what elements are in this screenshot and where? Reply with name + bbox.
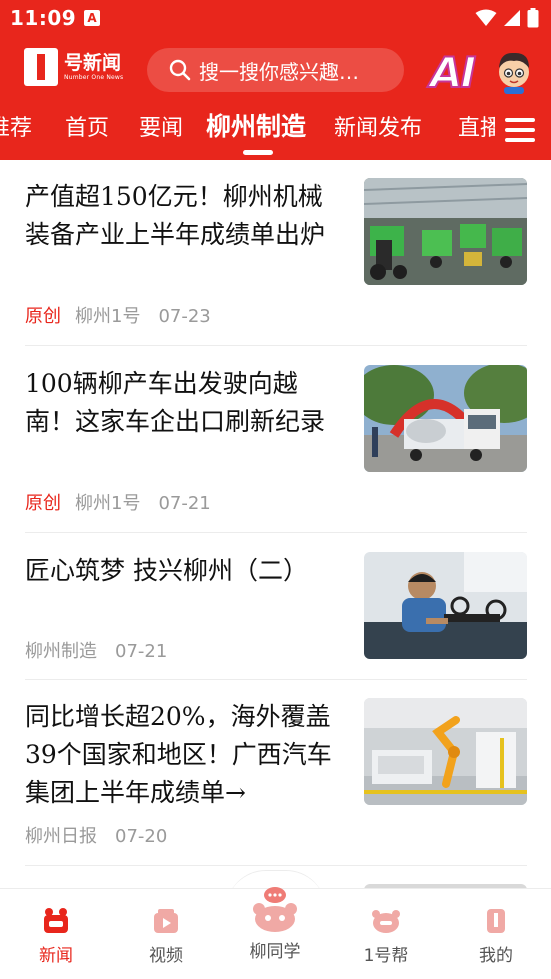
video-icon: [154, 909, 178, 933]
tab-press-release[interactable]: 新闻发布: [334, 114, 422, 144]
tab-liuzhou-manufacturing[interactable]: 柳州制造: [206, 112, 306, 142]
news-source: 柳州日报: [25, 826, 97, 847]
logo-mark-icon: [24, 48, 58, 86]
nav-news[interactable]: 新闻: [16, 907, 96, 966]
news-item[interactable]: 同比增长超20%，海外覆盖39个国家和地区！广西汽车集团上半年成绩单→ 柳州日报…: [25, 698, 527, 866]
news-date: 07-21: [158, 493, 211, 514]
news-source: 柳州1号: [75, 493, 141, 514]
news-title: 匠心筑梦 技兴柳州（二）: [25, 556, 308, 585]
signal-icon: [504, 10, 520, 26]
channel-menu-button[interactable]: [505, 118, 535, 148]
news-date: 07-20: [115, 826, 168, 847]
ai-assistant-button[interactable]: AI: [429, 46, 545, 98]
tab-home[interactable]: 首页: [65, 114, 109, 144]
news-thumbnail: [364, 552, 527, 659]
news-meta: 原创 柳州1号 07-23: [25, 302, 211, 328]
menu-icon: [505, 118, 535, 122]
news-icon: [44, 908, 68, 933]
original-tag: 原创: [25, 493, 61, 514]
news-item[interactable]: 匠心筑梦 技兴柳州（二） 柳州制造 07-21: [25, 552, 527, 680]
search-input[interactable]: 搜一搜你感兴趣…: [147, 48, 404, 92]
status-time: 11:09: [10, 6, 77, 30]
app-header: 11:09 A 号新闻 Number One News 搜一搜你感兴趣… AI …: [0, 0, 551, 160]
news-source: 柳州制造: [25, 641, 97, 662]
news-source: 柳州1号: [75, 306, 141, 327]
ai-label: AI: [429, 47, 477, 98]
tab-recommend[interactable]: 推荐: [0, 114, 32, 144]
news-title: 产值超150亿元！柳州机械装备产业上半年成绩单出炉: [25, 182, 326, 249]
tab-headlines[interactable]: 要闻: [139, 114, 183, 144]
logo-name: 号新闻: [64, 52, 122, 74]
active-tab-indicator: [243, 150, 273, 155]
news-meta: 柳州日报 07-20: [25, 822, 167, 848]
news-date: 07-23: [158, 306, 211, 327]
nav-assistant-label: 柳同学: [249, 942, 301, 962]
battery-icon: [527, 8, 539, 28]
news-thumbnail: [364, 178, 527, 285]
nav-news-label: 新闻: [39, 946, 73, 966]
nav-help[interactable]: 1号帮: [346, 907, 426, 966]
search-placeholder: 搜一搜你感兴趣…: [199, 59, 359, 84]
nav-profile[interactable]: 我的: [456, 907, 536, 966]
nav-help-label: 1号帮: [363, 946, 409, 966]
app-logo: 号新闻 Number One News: [24, 48, 123, 86]
news-title: 100辆柳产车出发驶向越南！这家车企出口刷新纪录: [25, 369, 326, 436]
ai-avatar-icon: [499, 52, 529, 94]
search-icon: [169, 59, 191, 81]
nav-profile-label: 我的: [479, 946, 513, 966]
tab-live[interactable]: 直播: [458, 114, 495, 144]
news-thumbnail: [364, 365, 527, 472]
bottom-navigation: 新闻 视频 柳同学 1号帮 我的: [0, 887, 551, 979]
news-thumbnail: [364, 698, 527, 805]
original-tag: 原创: [25, 306, 61, 327]
nav-assistant[interactable]: 柳同学: [235, 887, 315, 962]
profile-icon: [487, 909, 505, 933]
nav-video[interactable]: 视频: [126, 907, 206, 966]
news-meta: 柳州制造 07-21: [25, 637, 167, 663]
status-bar: 11:09 A: [0, 0, 551, 36]
assistant-icon: [253, 887, 297, 932]
news-title: 同比增长超20%，海外覆盖39个国家和地区！广西汽车集团上半年成绩单→: [25, 702, 332, 807]
wifi-icon: [475, 9, 497, 26]
notification-app-icon: A: [84, 10, 100, 26]
news-item[interactable]: 100辆柳产车出发驶向越南！这家车企出口刷新纪录 原创 柳州1号 07-21: [25, 365, 527, 533]
status-indicators: [475, 8, 539, 28]
help-icon: [372, 910, 400, 933]
nav-video-label: 视频: [149, 946, 183, 966]
logo-subtitle: Number One News: [64, 74, 124, 81]
news-date: 07-21: [115, 641, 168, 662]
news-meta: 原创 柳州1号 07-21: [25, 489, 211, 515]
news-item[interactable]: 产值超150亿元！柳州机械装备产业上半年成绩单出炉 原创 柳州1号 07-23: [25, 178, 527, 346]
